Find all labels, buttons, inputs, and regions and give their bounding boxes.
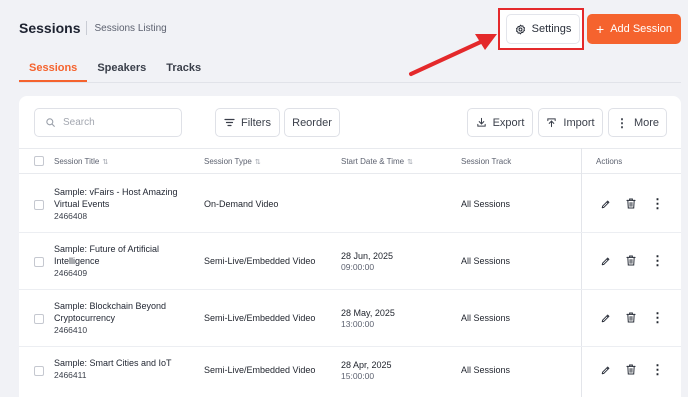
import-icon — [546, 117, 557, 128]
tab-tracks[interactable]: Tracks — [156, 62, 211, 82]
select-all-checkbox[interactable] — [34, 156, 44, 166]
sort-icon: ⇅ — [102, 158, 109, 166]
row-actions: ⋮ — [601, 311, 664, 324]
tab-bar: Sessions Speakers Tracks — [19, 62, 211, 82]
kebab-icon[interactable]: ⋮ — [651, 311, 664, 324]
session-date-cell: 28 May, 2025 13:00:00 — [341, 307, 395, 329]
row-actions: ⋮ — [601, 254, 664, 267]
row-checkbox[interactable] — [34, 314, 44, 324]
more-icon: ⋮ — [615, 115, 628, 130]
sort-icon: ⇅ — [254, 158, 261, 166]
session-type: On-Demand Video — [204, 199, 279, 209]
title-divider — [86, 21, 88, 35]
session-type: Semi-Live/Embedded Video — [204, 365, 316, 375]
add-session-button[interactable]: + Add Session — [587, 14, 681, 44]
session-date-cell: 28 Jun, 2025 09:00:00 — [341, 250, 393, 272]
session-track: All Sessions — [461, 199, 511, 209]
session-title[interactable]: Sample: Smart Cities and IoT — [54, 357, 194, 369]
session-title-cell: Sample: Smart Cities and IoT 2466411 — [54, 357, 194, 380]
session-title-cell: Sample: vFairs - Host Amazing Virtual Ev… — [54, 186, 194, 221]
session-date-cell: 28 Apr, 2025 15:00:00 — [341, 359, 392, 381]
edit-icon[interactable] — [601, 199, 611, 209]
session-track: All Sessions — [461, 365, 511, 375]
table-row[interactable]: Sample: Future of Artificial Intelligenc… — [19, 233, 681, 290]
delete-icon[interactable] — [626, 312, 636, 323]
plus-icon: + — [596, 21, 605, 37]
page-subtitle: Sessions Listing — [94, 22, 167, 34]
import-label: Import — [563, 116, 595, 129]
more-button[interactable]: ⋮ More — [608, 108, 667, 137]
more-label: More — [633, 116, 660, 129]
session-track: All Sessions — [461, 256, 511, 266]
search-placeholder: Search — [63, 117, 95, 128]
export-label: Export — [492, 116, 525, 129]
session-time: 15:00:00 — [341, 371, 375, 381]
session-title-cell: Sample: Future of Artificial Intelligenc… — [54, 243, 194, 278]
edit-icon[interactable] — [601, 313, 611, 323]
session-id: 2466411 — [54, 370, 87, 380]
row-checkbox[interactable] — [34, 257, 44, 267]
sessions-card: Search Filters Reorder Export Import ⋮ M… — [19, 96, 681, 397]
edit-icon[interactable] — [601, 365, 611, 375]
settings-button[interactable]: Settings — [506, 14, 580, 44]
session-date: 28 May, 2025 — [341, 308, 395, 318]
table-toolbar: Search Filters Reorder Export Import ⋮ M… — [19, 96, 681, 148]
tab-speakers[interactable]: Speakers — [87, 62, 156, 82]
session-date: 28 Jun, 2025 — [341, 251, 394, 261]
session-type: Semi-Live/Embedded Video — [204, 256, 316, 266]
reorder-label: Reorder — [292, 116, 332, 129]
session-time: 09:00:00 — [341, 262, 375, 272]
session-title[interactable]: Sample: Blockchain Beyond Cryptocurrency — [54, 300, 194, 324]
session-type: Semi-Live/Embedded Video — [204, 313, 316, 323]
session-track: All Sessions — [461, 313, 511, 323]
settings-icon — [515, 24, 526, 35]
export-icon — [476, 117, 487, 128]
sort-icon: ⇅ — [407, 158, 414, 166]
reorder-button[interactable]: Reorder — [284, 108, 340, 137]
export-button[interactable]: Export — [467, 108, 533, 137]
session-title[interactable]: Sample: Future of Artificial Intelligenc… — [54, 243, 194, 267]
settings-label: Settings — [531, 23, 572, 35]
page-header: Sessions Sessions Listing — [19, 20, 167, 36]
column-session-title[interactable]: Session Title ⇅ — [54, 157, 108, 166]
row-actions: ⋮ — [601, 197, 664, 210]
session-id: 2466408 — [54, 211, 88, 221]
column-session-track: Session Track — [461, 157, 512, 166]
kebab-icon[interactable]: ⋮ — [651, 254, 664, 267]
session-title-cell: Sample: Blockchain Beyond Cryptocurrency… — [54, 300, 194, 335]
edit-icon[interactable] — [601, 256, 611, 266]
row-checkbox[interactable] — [34, 366, 44, 376]
search-icon — [45, 117, 56, 128]
column-start-date[interactable]: Start Date & Time ⇅ — [341, 157, 413, 166]
table-row[interactable]: Sample: Blockchain Beyond Cryptocurrency… — [19, 290, 681, 347]
page-title: Sessions — [19, 20, 81, 36]
column-session-type[interactable]: Session Type ⇅ — [204, 157, 261, 166]
tabs-divider — [19, 82, 681, 83]
session-date: 28 Apr, 2025 — [341, 360, 392, 370]
filters-label: Filters — [241, 116, 271, 129]
kebab-icon[interactable]: ⋮ — [651, 197, 664, 210]
row-actions: ⋮ — [601, 363, 664, 376]
import-button[interactable]: Import — [538, 108, 603, 137]
table-row[interactable]: Sample: vFairs - Host Amazing Virtual Ev… — [19, 176, 681, 233]
session-id: 2466410 — [54, 325, 88, 335]
annotation-arrow — [409, 34, 497, 76]
row-checkbox[interactable] — [34, 200, 44, 210]
kebab-icon[interactable]: ⋮ — [651, 363, 664, 376]
delete-icon[interactable] — [626, 255, 636, 266]
search-input[interactable]: Search — [34, 108, 182, 137]
delete-icon[interactable] — [626, 364, 636, 375]
table-row[interactable]: Sample: Smart Cities and IoT 2466411 Sem… — [19, 347, 681, 397]
filter-icon — [224, 118, 235, 127]
session-id: 2466409 — [54, 268, 88, 278]
delete-icon[interactable] — [626, 198, 636, 209]
add-session-label: Add Session — [610, 23, 672, 35]
column-actions: Actions — [596, 157, 623, 166]
session-title[interactable]: Sample: vFairs - Host Amazing Virtual Ev… — [54, 186, 194, 210]
filters-button[interactable]: Filters — [215, 108, 280, 137]
session-time: 13:00:00 — [341, 319, 375, 329]
tab-sessions[interactable]: Sessions — [19, 62, 88, 82]
